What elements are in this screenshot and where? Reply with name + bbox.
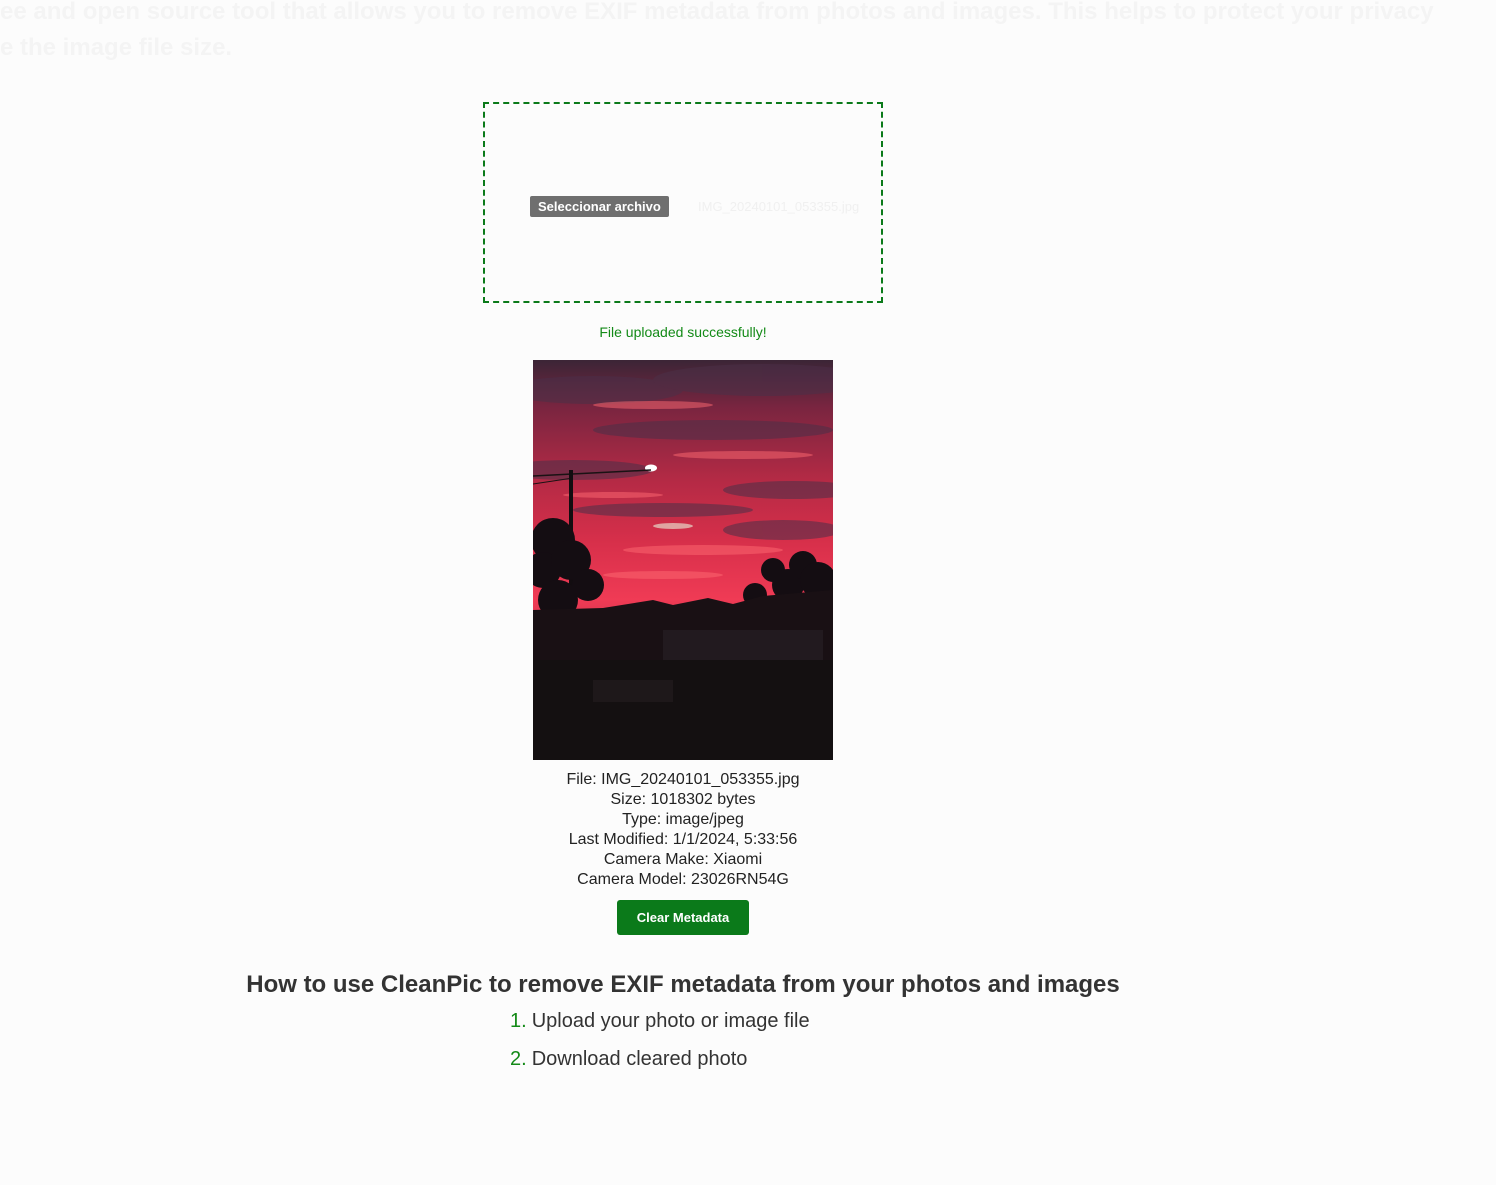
step-number: 2. <box>510 1048 527 1070</box>
meta-type: Type: image/jpeg <box>622 811 744 828</box>
meta-camera-make: Camera Make: Xiaomi <box>603 851 763 868</box>
howto-step: 1. Upload your photo or image file <box>510 1002 810 1040</box>
meta-size: Size: 1018302 bytes <box>610 791 756 808</box>
intro-text: ee and open source tool that allows you … <box>0 0 1496 66</box>
meta-file: File: IMG_20240101_053355.jpg <box>566 771 800 788</box>
metadata-panel: File: IMG_20240101_053355.jpg Size: 1018… <box>0 770 1366 890</box>
select-file-button[interactable]: Seleccionar archivo <box>530 196 669 217</box>
howto-steps: 1. Upload your photo or image file 2. Do… <box>510 1002 810 1078</box>
sunset-photo <box>533 360 833 760</box>
meta-camera-model: Camera Model: 23026RN54G <box>577 871 789 888</box>
step-number: 1. <box>510 1010 527 1032</box>
step-text: Download cleared photo <box>531 1048 748 1070</box>
step-text: Upload your photo or image file <box>531 1010 810 1032</box>
meta-last-modified: Last Modified: 1/1/2024, 5:33:56 <box>568 831 798 848</box>
howto-step: 2. Download cleared photo <box>510 1040 810 1078</box>
selected-file-name: IMG_20240101_053355.jpg <box>698 199 860 214</box>
intro-line-2: e the image file size. <box>0 34 233 61</box>
upload-status: File uploaded successfully! <box>599 324 767 340</box>
intro-line-1: ee and open source tool that allows you … <box>0 0 1434 25</box>
clear-metadata-button[interactable]: Clear Metadata <box>617 900 749 935</box>
image-preview <box>533 360 833 760</box>
howto-title: How to use CleanPic to remove EXIF metad… <box>246 971 1120 998</box>
